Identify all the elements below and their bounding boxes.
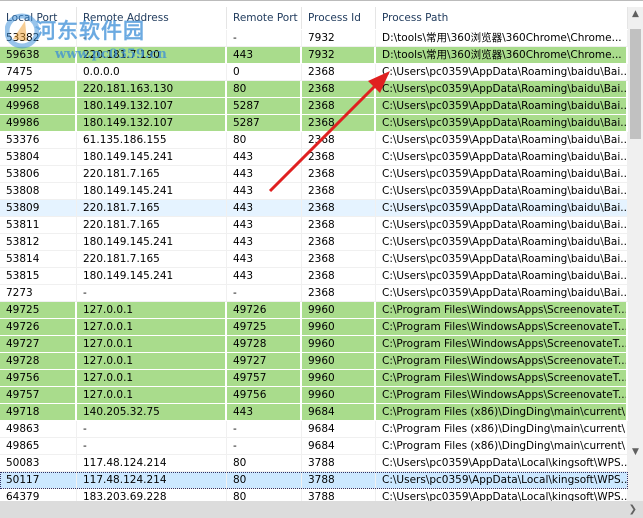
red-arrow-annotation xyxy=(268,71,390,193)
connections-list: Local Port Remote Address Remote Port Pr… xyxy=(0,0,643,518)
